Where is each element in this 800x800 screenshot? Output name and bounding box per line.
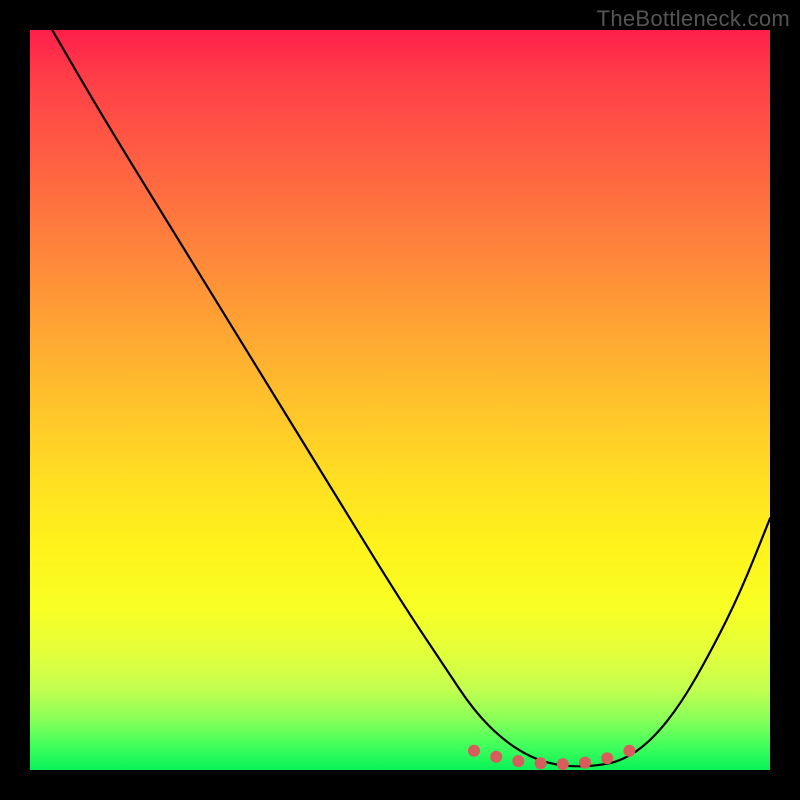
chart-container: TheBottleneck.com — [0, 0, 800, 800]
background-gradient — [30, 30, 770, 770]
watermark-text: TheBottleneck.com — [597, 6, 790, 32]
plot-area — [30, 30, 770, 770]
